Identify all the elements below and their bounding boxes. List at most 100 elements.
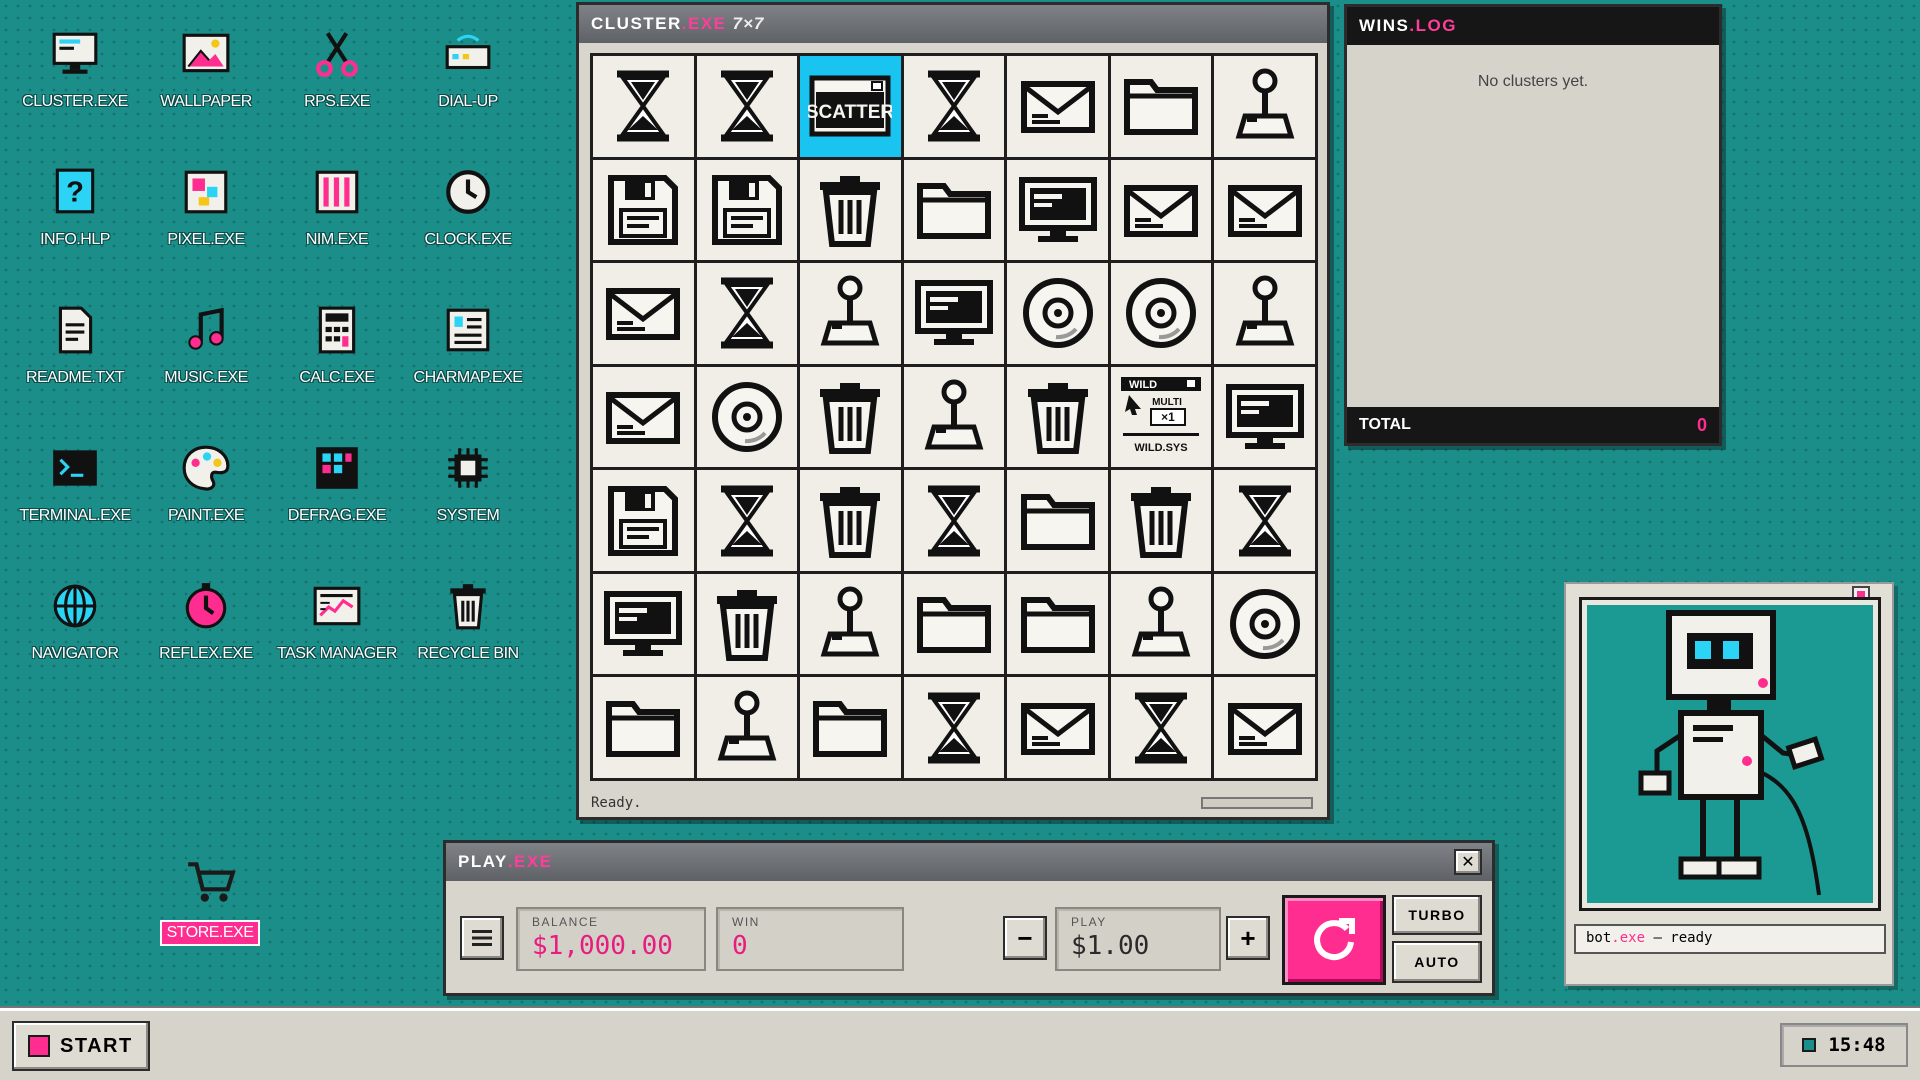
grid-cell-envelope[interactable] bbox=[593, 263, 694, 364]
disc-icon bbox=[1126, 278, 1197, 349]
grid-cell-scatter[interactable]: SCATTER bbox=[800, 56, 901, 157]
turbo-button[interactable]: TURBO bbox=[1392, 895, 1482, 935]
desktop-icon-clock-exe[interactable]: CLOCK.EXE bbox=[403, 160, 533, 250]
grid-cell-folder[interactable] bbox=[593, 677, 694, 778]
joystick-icon bbox=[717, 690, 777, 761]
grid-cell-envelope[interactable] bbox=[1007, 56, 1108, 157]
desktop-icon-info-hlp[interactable]: ? INFO.HLP bbox=[10, 160, 140, 250]
grid-cell-envelope[interactable] bbox=[1007, 677, 1108, 778]
grid-cell-hourglass[interactable] bbox=[696, 470, 798, 571]
play-close-button[interactable]: ✕ bbox=[1454, 849, 1482, 875]
grid-cell-trash[interactable] bbox=[1007, 366, 1108, 468]
grid-cell-joystick[interactable] bbox=[1110, 573, 1212, 675]
grid-cell-joystick[interactable] bbox=[1214, 56, 1315, 157]
grid-cell-trash[interactable] bbox=[1110, 470, 1212, 571]
grid-cell-hourglass[interactable] bbox=[1110, 677, 1212, 778]
auto-label: AUTO bbox=[1414, 954, 1460, 970]
grid-cell-floppy[interactable] bbox=[593, 159, 694, 261]
grid-cell-hourglass[interactable] bbox=[903, 470, 1005, 571]
desktop-icon-system[interactable]: SYSTEM bbox=[403, 436, 533, 526]
desktop-icon-terminal-exe[interactable]: TERMINAL.EXE bbox=[10, 436, 140, 526]
plus-icon: + bbox=[1240, 922, 1256, 953]
grid-cell-folder[interactable] bbox=[800, 677, 901, 778]
desktop-icon-reflex-exe[interactable]: REFLEX.EXE bbox=[141, 574, 271, 664]
auto-button[interactable]: AUTO bbox=[1392, 941, 1482, 983]
grid-cell-floppy[interactable] bbox=[696, 159, 798, 261]
desktop-icon-music-exe[interactable]: MUSIC.EXE bbox=[141, 298, 271, 388]
desktop-icon-task-manager[interactable]: TASK MANAGER bbox=[272, 574, 402, 664]
grid-cell-hourglass[interactable] bbox=[696, 263, 798, 364]
grid-cell-trash[interactable] bbox=[800, 159, 901, 261]
desktop-icon-calc-exe[interactable]: CALC.EXE bbox=[272, 298, 402, 388]
grid-cell-joystick[interactable] bbox=[800, 263, 901, 364]
help-icon: ? bbox=[43, 160, 107, 224]
folder-icon bbox=[916, 597, 991, 654]
grid-cell-hourglass[interactable] bbox=[1214, 470, 1315, 571]
disc-icon bbox=[1022, 278, 1093, 349]
store-shortcut[interactable]: STORE.EXE bbox=[145, 850, 275, 946]
grid-cell-disc[interactable] bbox=[1007, 263, 1108, 364]
grid-cell-folder[interactable] bbox=[1007, 470, 1108, 571]
scatter-icon: SCATTER bbox=[808, 75, 892, 137]
grid-cell-disc[interactable] bbox=[1110, 263, 1212, 364]
desktop-icon-recycle-bin[interactable]: RECYCLE BIN bbox=[403, 574, 533, 664]
grid-cell-monitor[interactable] bbox=[1214, 366, 1315, 468]
grid-cell-envelope[interactable] bbox=[1214, 677, 1315, 778]
desktop-icon-navigator[interactable]: NAVIGATOR bbox=[10, 574, 140, 664]
grid-cell-trash[interactable] bbox=[696, 573, 798, 675]
cluster-titlebar[interactable]: CLUSTER .EXE 7×7 bbox=[579, 5, 1327, 43]
grid-cell-hourglass[interactable] bbox=[903, 56, 1005, 157]
bot-ext: .exe bbox=[1611, 930, 1646, 946]
balance-field: BALANCE $1,000.00 bbox=[516, 907, 706, 971]
bet-decrease-button[interactable]: − bbox=[1003, 916, 1047, 960]
desktop-icon-readme-txt[interactable]: README.TXT bbox=[10, 298, 140, 388]
joystick-icon bbox=[924, 379, 984, 450]
grid-cell-joystick[interactable] bbox=[800, 573, 901, 675]
spin-button[interactable] bbox=[1282, 895, 1386, 985]
grid-cell-disc[interactable] bbox=[1214, 573, 1315, 675]
grid-cell-trash[interactable] bbox=[800, 366, 901, 468]
envelope-icon bbox=[606, 391, 681, 444]
grid-cell-folder[interactable] bbox=[1007, 573, 1108, 675]
desktop-icon-cluster-exe[interactable]: CLUSTER.EXE bbox=[10, 22, 140, 112]
grid-cell-joystick[interactable] bbox=[1214, 263, 1315, 364]
desktop-icon-paint-exe[interactable]: PAINT.EXE bbox=[141, 436, 271, 526]
start-button[interactable]: START bbox=[12, 1021, 150, 1071]
bet-increase-button[interactable]: + bbox=[1226, 916, 1270, 960]
grid-cell-folder[interactable] bbox=[903, 159, 1005, 261]
svg-text:?: ? bbox=[66, 176, 84, 208]
menu-button[interactable] bbox=[460, 916, 504, 960]
grid-cell-envelope[interactable] bbox=[1214, 159, 1315, 261]
grid-cell-envelope[interactable] bbox=[1110, 159, 1212, 261]
desktop-icon-wallpaper[interactable]: WALLPAPER bbox=[141, 22, 271, 112]
desktop-icon-charmap-exe[interactable]: CHARMAP.EXE bbox=[403, 298, 533, 388]
desktop-icon-label: TERMINAL.EXE bbox=[19, 507, 131, 524]
grid-cell-hourglass[interactable] bbox=[903, 677, 1005, 778]
desktop-icon-dial-up[interactable]: DIAL-UP bbox=[403, 22, 533, 112]
grid-cell-hourglass[interactable] bbox=[593, 56, 694, 157]
desktop-icon-label: TASK MANAGER bbox=[277, 645, 397, 662]
wins-titlebar[interactable]: WINS .LOG bbox=[1347, 7, 1719, 45]
grid-cell-trash[interactable] bbox=[800, 470, 901, 571]
grid-cell-envelope[interactable] bbox=[593, 366, 694, 468]
hourglass-icon bbox=[720, 277, 773, 349]
grid-cell-floppy[interactable] bbox=[593, 470, 694, 571]
grid-cell-hourglass[interactable] bbox=[696, 56, 798, 157]
grid-cell-folder[interactable] bbox=[1110, 56, 1212, 157]
grid-cell-monitor[interactable] bbox=[593, 573, 694, 675]
grid-cell-wild[interactable]: WILD MULTI ×1 WILD.SYS bbox=[1110, 366, 1212, 468]
robot-icon bbox=[1638, 610, 1825, 896]
system-tray: 15:48 bbox=[1780, 1023, 1908, 1067]
grid-cell-folder[interactable] bbox=[903, 573, 1005, 675]
desktop-icon-pixel-exe[interactable]: PIXEL.EXE bbox=[141, 160, 271, 250]
desktop-icon-nim-exe[interactable]: NIM.EXE bbox=[272, 160, 402, 250]
music-note-icon bbox=[174, 298, 238, 362]
grid-cell-joystick[interactable] bbox=[903, 366, 1005, 468]
grid-cell-joystick[interactable] bbox=[696, 677, 798, 778]
grid-cell-monitor[interactable] bbox=[1007, 159, 1108, 261]
grid-cell-disc[interactable] bbox=[696, 366, 798, 468]
play-titlebar[interactable]: PLAY .EXE bbox=[446, 843, 1492, 881]
desktop-icon-rps-exe[interactable]: RPS.EXE bbox=[272, 22, 402, 112]
desktop-icon-defrag-exe[interactable]: DEFRAG.EXE bbox=[272, 436, 402, 526]
grid-cell-monitor[interactable] bbox=[903, 263, 1005, 364]
